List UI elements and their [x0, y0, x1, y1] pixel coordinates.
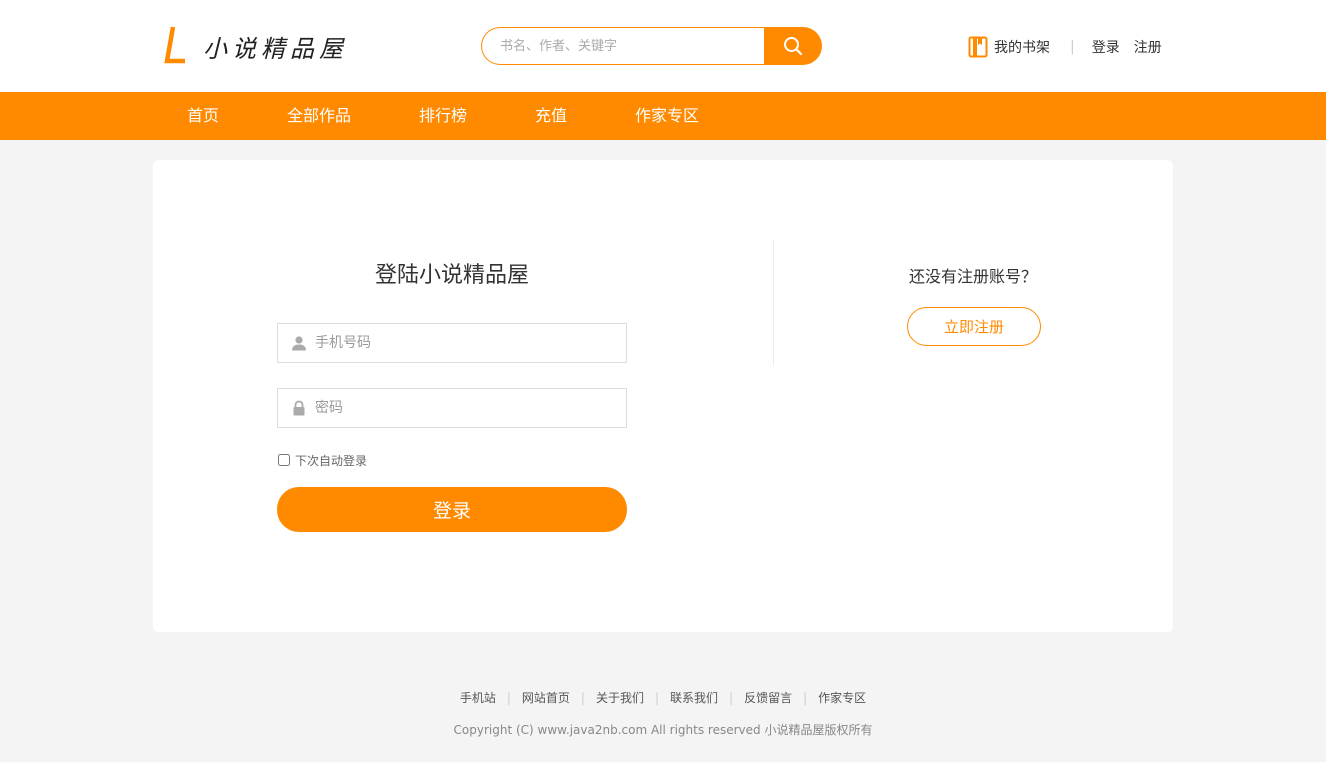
register-button[interactable]: 立即注册	[907, 307, 1041, 346]
nav-item-recharge[interactable]: 充值	[535, 92, 567, 140]
password-field	[277, 388, 627, 428]
remember-me-checkbox[interactable]	[278, 454, 290, 466]
nav-item-rankings[interactable]: 排行榜	[419, 92, 467, 140]
card-divider	[773, 240, 774, 366]
nav-item-author-zone[interactable]: 作家专区	[635, 92, 699, 140]
header-user-links: 我的书架 | 登录 注册	[968, 36, 1162, 58]
main-nav: 首页 全部作品 排行榜 充值 作家专区	[0, 92, 1326, 140]
remember-me-label: 下次自动登录	[295, 453, 368, 468]
footer-links: 手机站 | 网站首页 | 关于我们 | 联系我们 | 反馈留言 | 作家专区	[0, 689, 1326, 706]
header-login-link[interactable]: 登录	[1092, 37, 1120, 57]
footer-link-feedback[interactable]: 反馈留言	[744, 691, 792, 705]
bookshelf-icon	[968, 36, 988, 58]
footer-link-home[interactable]: 网站首页	[522, 691, 570, 705]
header-divider: |	[1070, 39, 1075, 55]
footer-separator: |	[803, 691, 808, 705]
login-title: 登陆小说精品屋	[374, 263, 529, 288]
remember-me[interactable]: 下次自动登录	[277, 451, 367, 469]
login-card: 登陆小说精品屋 下次自动登录 登录 还没有注册账号？ 立即注册	[153, 160, 1173, 632]
password-input[interactable]	[315, 390, 626, 426]
header-register-link[interactable]: 注册	[1134, 37, 1162, 57]
search-input[interactable]	[481, 27, 781, 65]
nav-item-all-works[interactable]: 全部作品	[287, 92, 351, 140]
search-bar	[481, 27, 822, 65]
logo-mark-icon	[164, 26, 185, 64]
footer-separator: |	[506, 691, 511, 705]
footer-separator: |	[729, 691, 734, 705]
bookshelf-link[interactable]: 我的书架	[968, 36, 1050, 58]
phone-input[interactable]	[315, 325, 626, 361]
lock-icon	[293, 400, 305, 416]
nav-item-home[interactable]: 首页	[187, 92, 219, 140]
footer-link-mobile[interactable]: 手机站	[460, 691, 496, 705]
bookshelf-label: 我的书架	[994, 40, 1050, 56]
footer-link-author-zone[interactable]: 作家专区	[818, 691, 866, 705]
footer-link-about[interactable]: 关于我们	[596, 691, 644, 705]
login-button[interactable]: 登录	[277, 487, 627, 532]
phone-field	[277, 323, 627, 363]
footer-separator: |	[580, 691, 585, 705]
search-icon	[784, 37, 803, 56]
site-header: 小说精品屋 我的书架 | 登录 注册	[0, 0, 1326, 92]
footer-link-contact[interactable]: 联系我们	[670, 691, 718, 705]
copyright-text: Copyright (C) www.java2nb.com All rights…	[453, 723, 873, 737]
register-tip: 还没有注册账号？	[908, 267, 1037, 286]
user-icon	[292, 336, 306, 351]
footer-separator: |	[654, 691, 660, 705]
site-logo[interactable]: 小说精品屋	[163, 25, 348, 67]
logo-text: 小说精品屋	[203, 34, 348, 63]
search-button[interactable]	[764, 27, 822, 65]
